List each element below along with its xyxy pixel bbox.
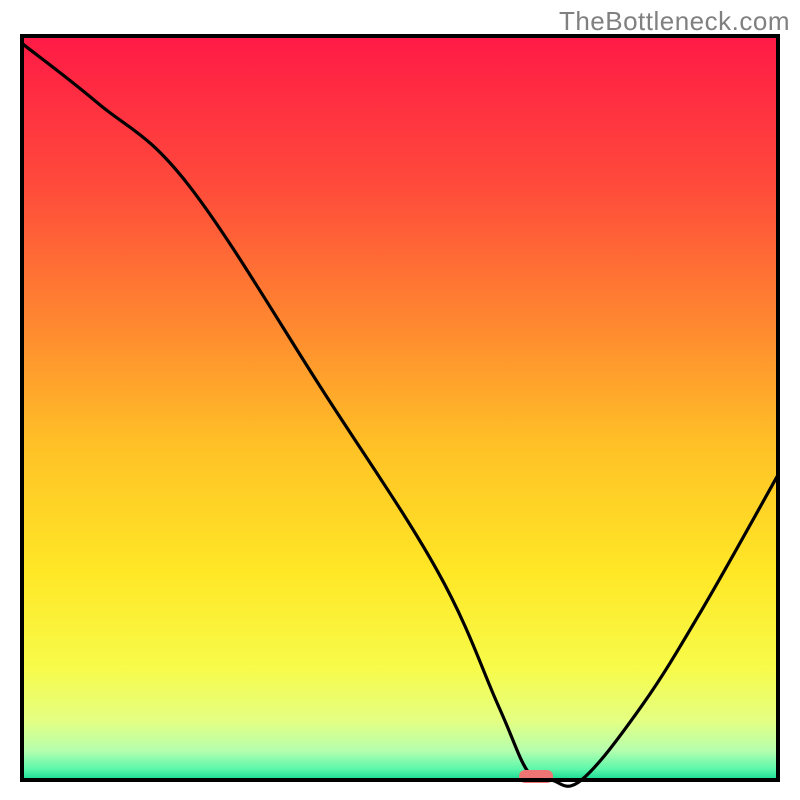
chart-svg <box>0 0 800 800</box>
bottleneck-chart: TheBottleneck.com <box>0 0 800 800</box>
watermark-text: TheBottleneck.com <box>559 6 790 37</box>
